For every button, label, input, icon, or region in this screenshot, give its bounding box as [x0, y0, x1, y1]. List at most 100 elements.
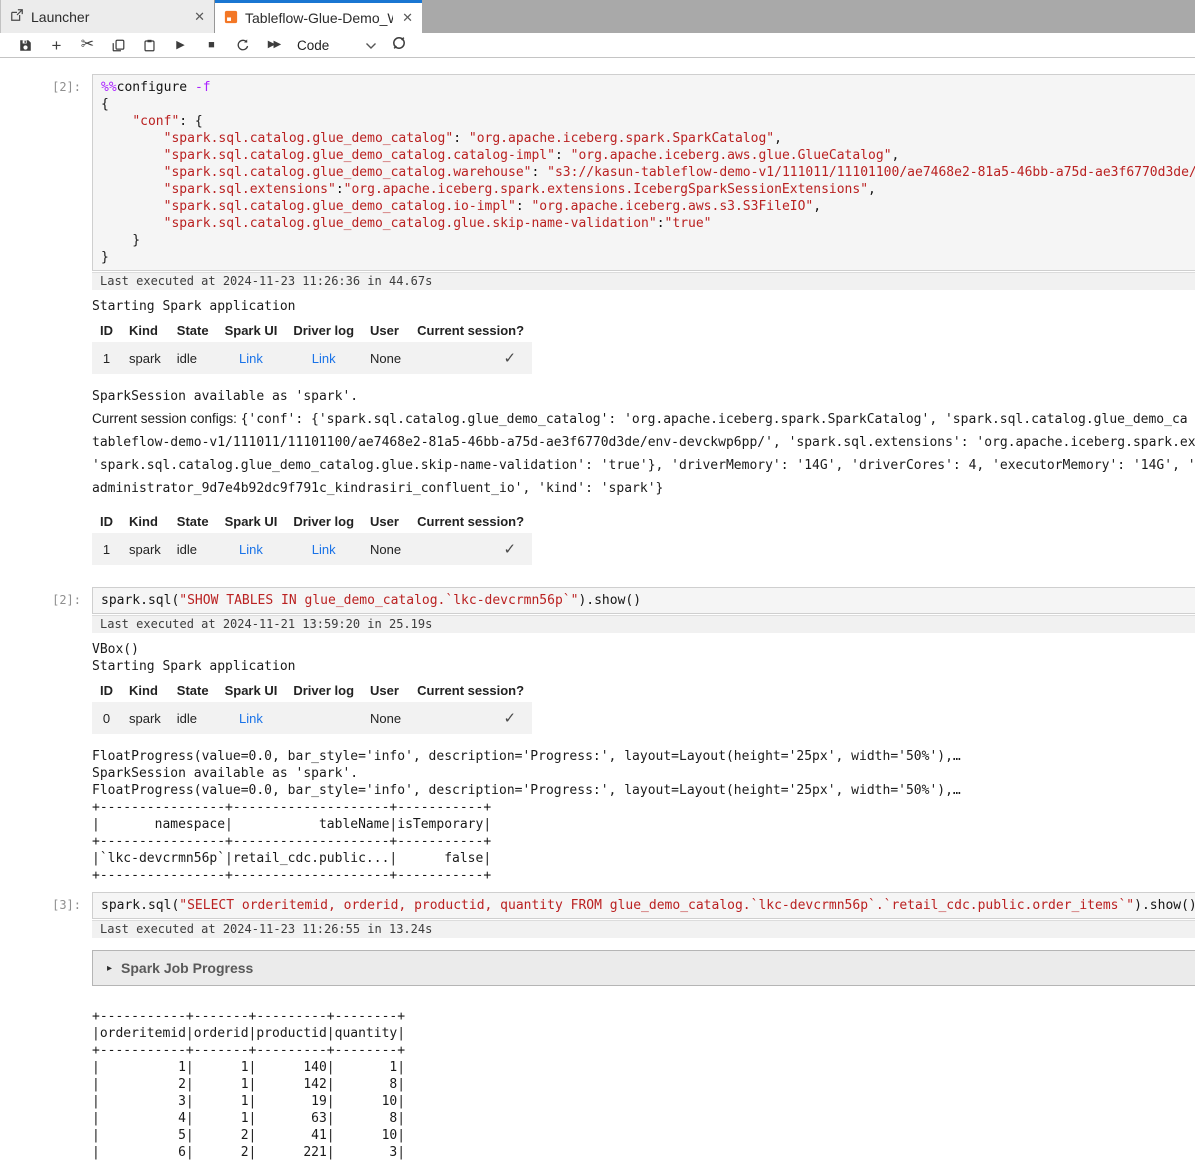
current-session-check: ✓ [409, 702, 532, 734]
session-cell: idle [169, 702, 217, 734]
notebook-cell: [2]:spark.sql("SHOW TABLES IN glue_demo_… [0, 587, 1195, 884]
cell-type-select[interactable]: Code [297, 38, 377, 53]
run-cell-icon[interactable]: ▶ [165, 40, 196, 51]
cell-output-text: VBox() Starting Spark application [92, 641, 1195, 675]
paste-cells-icon[interactable] [134, 38, 165, 52]
session-cell: None [362, 342, 409, 374]
notebook-cell: [3]:spark.sql("SELECT orderitemid, order… [0, 892, 1195, 1161]
cell-body: %%configure -f{ "conf": { "spark.sql.cat… [92, 74, 1195, 579]
column-header: ID [92, 679, 121, 702]
chevron-down-icon [365, 38, 377, 53]
stop-kernel-icon[interactable]: ■ [196, 40, 227, 51]
code-cell-input[interactable]: spark.sql("SHOW TABLES IN glue_demo_cata… [92, 587, 1195, 614]
column-header: State [169, 510, 217, 533]
session-row: 1sparkidle Link Link None✓ [92, 533, 532, 565]
restart-run-all-icon[interactable]: ▶▶ [258, 40, 289, 50]
column-header: Kind [121, 510, 169, 533]
tab-bar: Launcher ✕ Tableflow-Glue-Demo_Wor ✕ [0, 0, 1195, 33]
column-header: User [362, 319, 409, 342]
session-cell: None [362, 533, 409, 565]
expand-arrow-icon: ▸ [107, 963, 112, 974]
notebook-content: [2]:%%configure -f{ "conf": { "spark.sql… [0, 58, 1195, 1161]
save-icon[interactable] [10, 38, 41, 52]
link[interactable]: Link [312, 542, 336, 557]
execution-status: Last executed at 2024-11-23 11:26:55 in … [92, 920, 1195, 938]
session-cell: 0 [92, 702, 121, 734]
tab-launcher-label: Launcher [31, 9, 185, 25]
session-row: 0sparkidle Link None✓ [92, 702, 532, 734]
restart-kernel-icon[interactable] [227, 38, 258, 53]
notebook-cell: [2]:%%configure -f{ "conf": { "spark.sql… [0, 74, 1195, 579]
column-header: Driver log [285, 679, 362, 702]
execution-count: [2]: [0, 587, 92, 884]
current-session-check: ✓ [409, 342, 532, 374]
cut-cells-icon[interactable]: ✂ [72, 37, 103, 53]
cell-output-text: +-----------+-------+---------+--------+… [92, 1008, 1195, 1161]
link[interactable]: Link [312, 351, 336, 366]
add-cell-icon[interactable]: + [41, 37, 72, 54]
session-cell: spark [121, 533, 169, 565]
session-cell: idle [169, 533, 217, 565]
session-cell: Link [217, 533, 286, 565]
cell-output-text: FloatProgress(value=0.0, bar_style='info… [92, 748, 1195, 884]
spark-sessions-table: IDKindStateSpark UIDriver logUserCurrent… [92, 510, 532, 565]
tab-notebook[interactable]: Tableflow-Glue-Demo_Wor ✕ [215, 0, 422, 33]
column-header: Current session? [409, 679, 532, 702]
spark-job-progress-label: Spark Job Progress [121, 960, 253, 976]
copy-cells-icon[interactable] [103, 38, 134, 52]
session-cell: idle [169, 342, 217, 374]
session-cell: Link [217, 342, 286, 374]
column-header: ID [92, 510, 121, 533]
cell-body: spark.sql("SHOW TABLES IN glue_demo_cata… [92, 587, 1195, 884]
session-cell: spark [121, 702, 169, 734]
session-cell: Link [285, 342, 362, 374]
configs-prefix: Current session configs: [92, 411, 241, 426]
column-header: User [362, 510, 409, 533]
notebook-file-icon [224, 10, 238, 27]
session-cell: 1 [92, 342, 121, 374]
spark-job-progress-panel[interactable]: ▸ Spark Job Progress [92, 950, 1195, 986]
cell-output-text: SparkSession available as 'spark'. [92, 388, 1195, 405]
spark-sessions-table: IDKindStateSpark UIDriver logUserCurrent… [92, 679, 532, 734]
column-header: Kind [121, 319, 169, 342]
column-header: Spark UI [217, 510, 286, 533]
link[interactable]: Link [239, 711, 263, 726]
cell-type-value: Code [297, 38, 329, 53]
spark-sessions-table: IDKindStateSpark UIDriver logUserCurrent… [92, 319, 532, 374]
column-header: Driver log [285, 319, 362, 342]
code-cell-input[interactable]: spark.sql("SELECT orderitemid, orderid, … [92, 892, 1195, 919]
notebook-toolbar: + ✂ ▶ ■ ▶▶ Code [0, 33, 1195, 58]
current-session-check: ✓ [409, 533, 532, 565]
column-header: Driver log [285, 510, 362, 533]
close-tab-icon[interactable]: ✕ [400, 10, 413, 26]
column-header: Spark UI [217, 679, 286, 702]
column-header: Current session? [409, 319, 532, 342]
code-cell-input[interactable]: %%configure -f{ "conf": { "spark.sql.cat… [92, 74, 1195, 271]
link[interactable]: Link [239, 351, 263, 366]
tab-notebook-label: Tableflow-Glue-Demo_Wor [245, 10, 393, 26]
session-cell: 1 [92, 533, 121, 565]
session-cell [285, 702, 362, 734]
launcher-icon [10, 8, 24, 25]
session-cell: Link [285, 533, 362, 565]
session-cell: spark [121, 342, 169, 374]
column-header: State [169, 679, 217, 702]
column-header: Spark UI [217, 319, 286, 342]
column-header: Current session? [409, 510, 532, 533]
session-cell: None [362, 702, 409, 734]
column-header: State [169, 319, 217, 342]
execution-status: Last executed at 2024-11-23 11:26:36 in … [92, 272, 1195, 290]
column-header: Kind [121, 679, 169, 702]
column-header: User [362, 679, 409, 702]
kernel-status-icon [391, 35, 407, 56]
tab-launcher[interactable]: Launcher ✕ [0, 0, 215, 33]
session-row: 1sparkidle Link Link None✓ [92, 342, 532, 374]
execution-count: [2]: [0, 74, 92, 579]
cell-body: spark.sql("SELECT orderitemid, orderid, … [92, 892, 1195, 1161]
column-header: ID [92, 319, 121, 342]
tab-bar-filler [422, 0, 1195, 33]
cell-output-text: Starting Spark application [92, 298, 1195, 315]
close-tab-icon[interactable]: ✕ [192, 9, 205, 25]
link[interactable]: Link [239, 542, 263, 557]
execution-count: [3]: [0, 892, 92, 1161]
